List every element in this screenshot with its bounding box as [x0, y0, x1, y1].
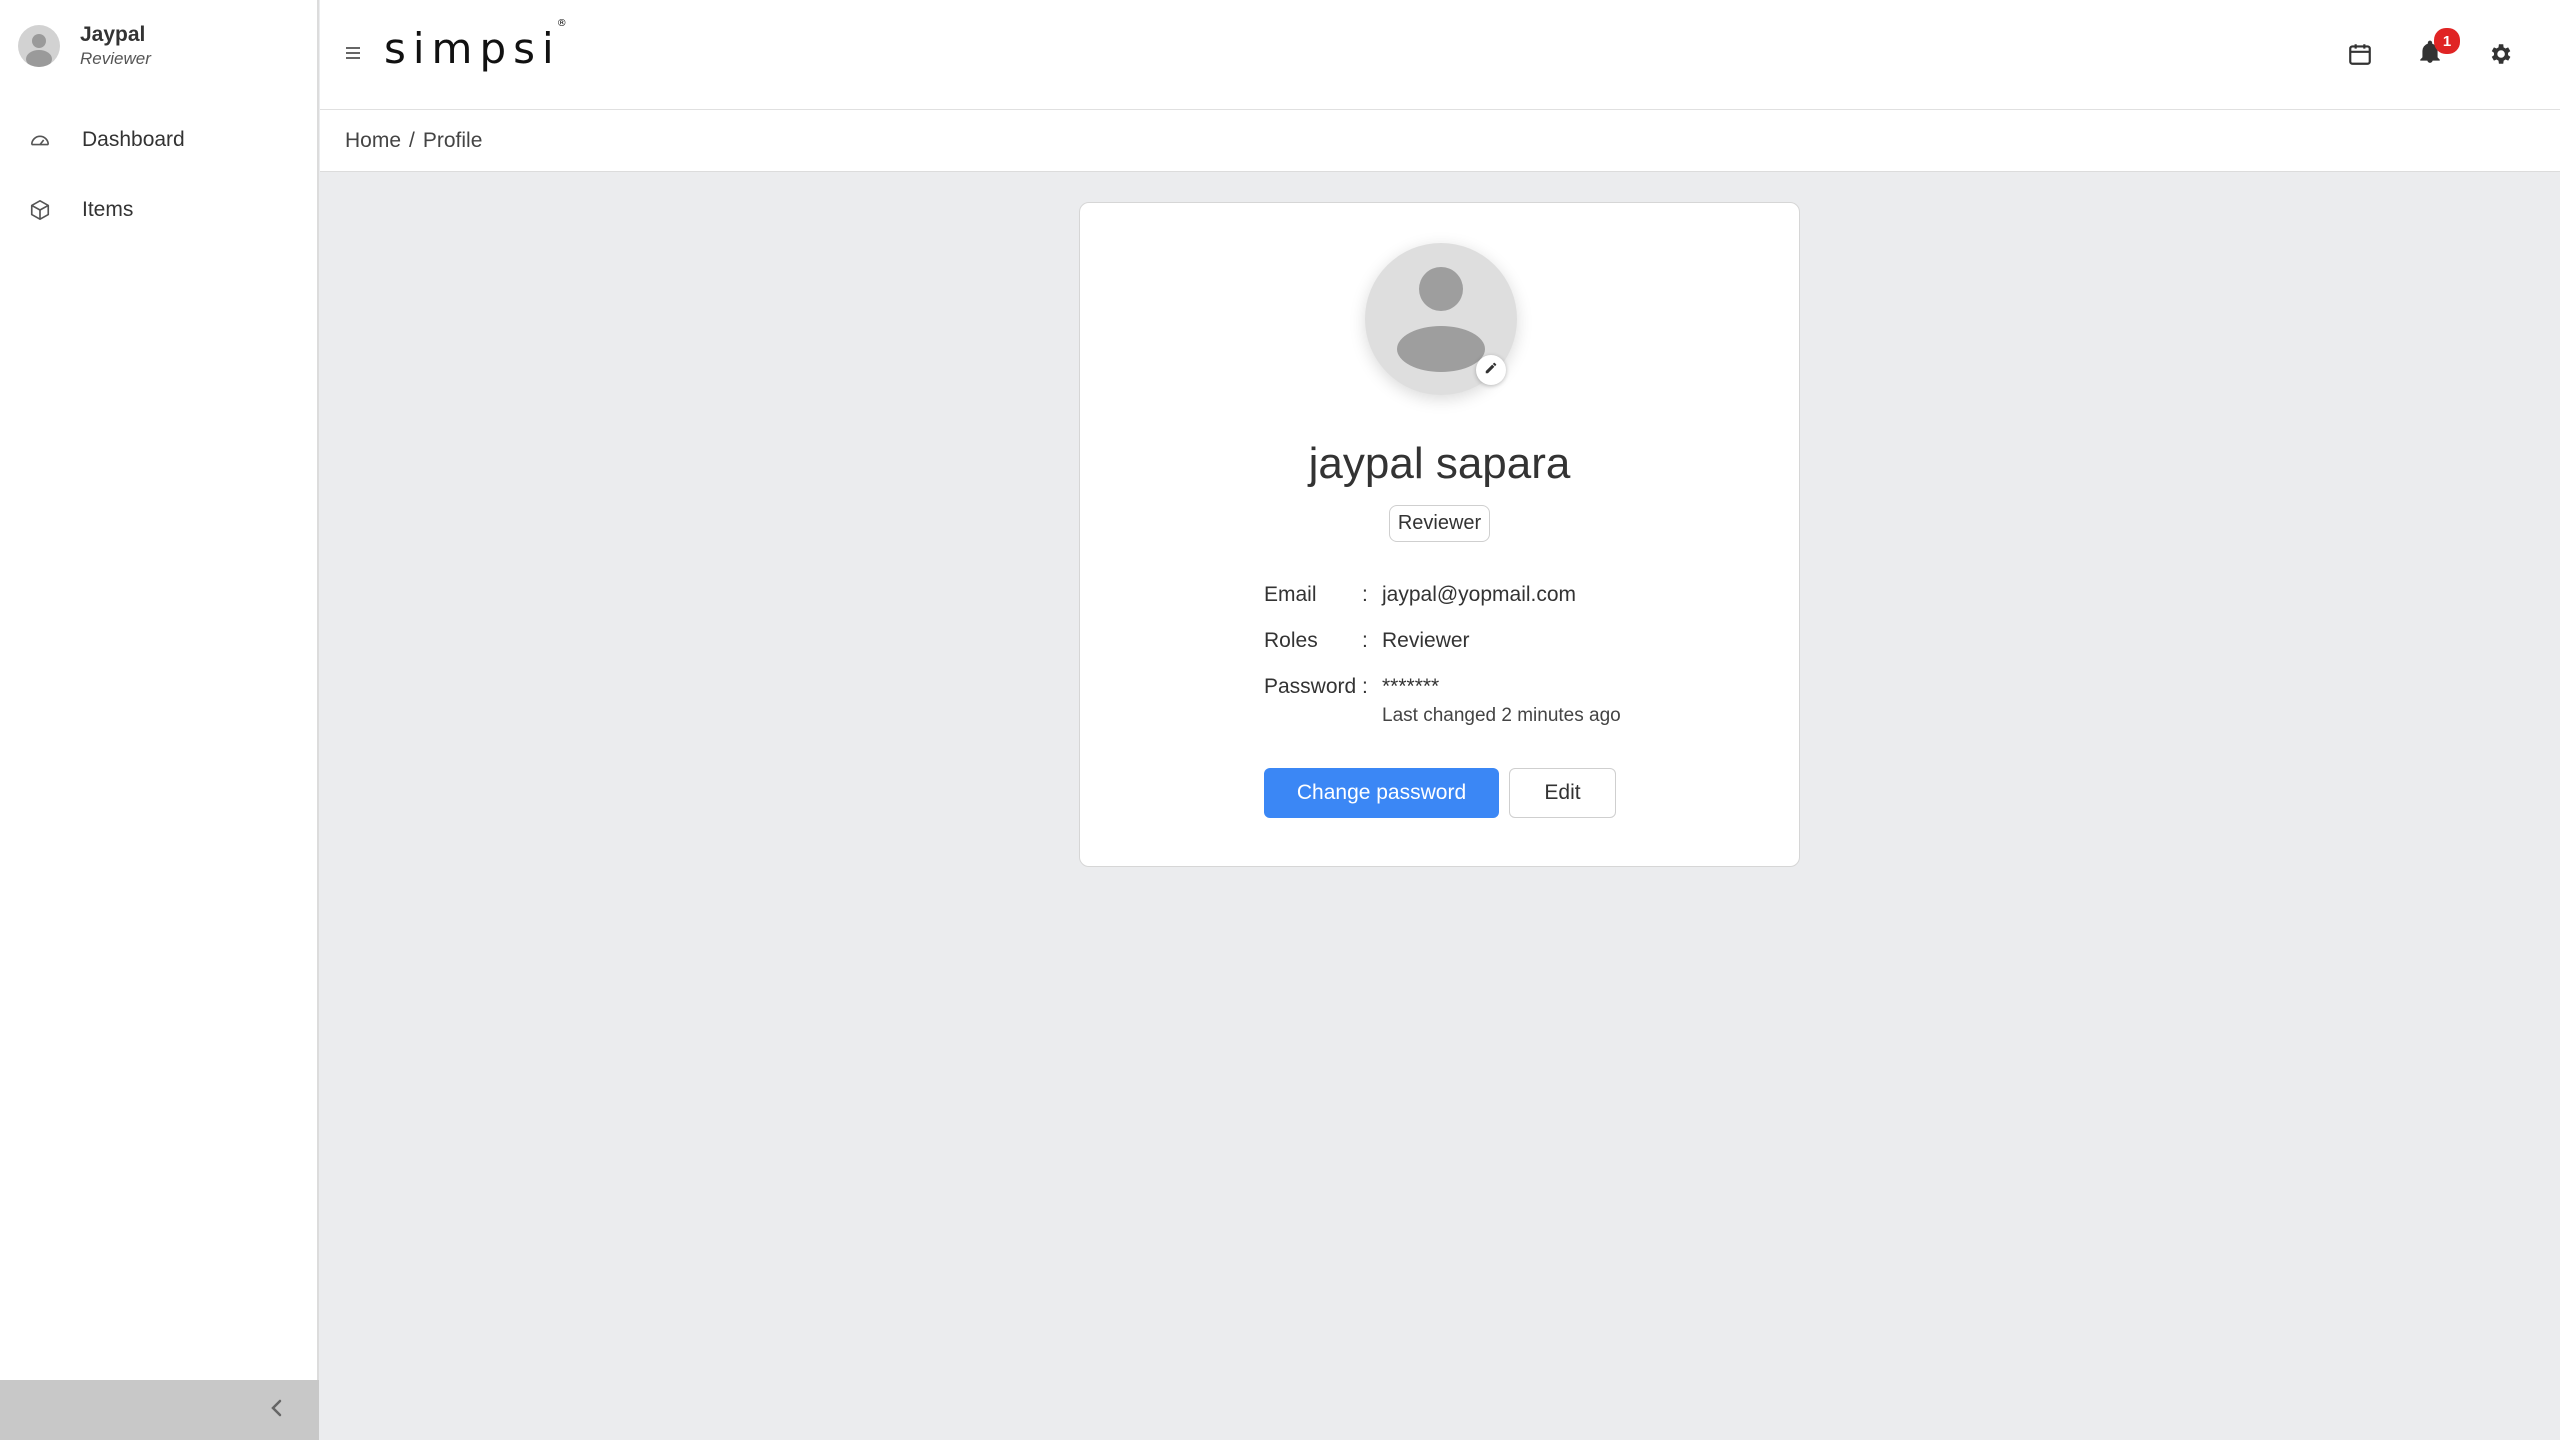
sidebar: Jaypal Reviewer Dashboard Items	[0, 0, 319, 1440]
roles-value: Reviewer	[1382, 629, 1470, 652]
password-last-changed: Last changed 2 minutes ago	[1382, 705, 1621, 726]
sidebar-user[interactable]: Jaypal Reviewer	[18, 22, 151, 70]
user-name: Jaypal	[80, 23, 146, 46]
brand-logo[interactable]: simpsi®	[384, 18, 571, 73]
profile-full-name: jaypal sapara	[1308, 439, 1571, 488]
change-password-button[interactable]: Change password	[1264, 768, 1499, 818]
sidebar-item-label: Items	[82, 198, 134, 221]
role-badge: Reviewer	[1388, 505, 1491, 542]
detail-row-roles: Roles : Reviewer	[1264, 629, 1621, 675]
chevron-left-icon[interactable]	[269, 1398, 285, 1423]
notification-count-badge: 1	[2434, 28, 2460, 54]
sidebar-item-dashboard[interactable]: Dashboard	[0, 105, 319, 175]
sidebar-collapse-bar[interactable]	[0, 1380, 319, 1440]
pencil-icon	[1484, 361, 1498, 380]
password-value: *******	[1382, 675, 1440, 698]
edit-profile-button[interactable]: Edit	[1509, 768, 1616, 818]
sidebar-nav: Dashboard Items	[0, 105, 319, 245]
breadcrumb-current: Profile	[422, 128, 483, 152]
edit-avatar-button[interactable]	[1476, 355, 1506, 385]
roles-label: Roles	[1264, 629, 1318, 652]
dashboard-gauge-icon	[28, 128, 52, 152]
breadcrumb: Home / Profile	[320, 110, 2560, 172]
hamburger-menu-icon[interactable]	[346, 46, 360, 65]
sidebar-item-items[interactable]: Items	[0, 175, 319, 245]
profile-actions: Change password Edit	[1264, 768, 1616, 818]
notifications-button[interactable]: 1	[2414, 28, 2460, 70]
detail-row-password: Password : ******* Last changed 2 minute…	[1264, 675, 1621, 727]
breadcrumb-home[interactable]: Home	[345, 129, 401, 153]
profile-card: jaypal sapara Reviewer Email : jaypal@yo…	[1079, 202, 1800, 867]
top-header: simpsi® 1	[320, 0, 2560, 110]
email-value: jaypal@yopmail.com	[1382, 583, 1577, 606]
user-role: Reviewer	[80, 49, 151, 68]
password-label: Password	[1264, 675, 1357, 698]
password-colon: :	[1362, 675, 1368, 698]
email-label: Email	[1264, 583, 1317, 606]
sidebar-item-label: Dashboard	[82, 128, 185, 151]
gear-icon[interactable]	[2484, 38, 2516, 70]
email-colon: :	[1362, 583, 1368, 606]
breadcrumb-separator: /	[409, 128, 415, 152]
calendar-icon[interactable]	[2344, 38, 2376, 70]
user-avatar-icon	[18, 25, 60, 67]
detail-row-email: Email : jaypal@yopmail.com	[1264, 583, 1621, 629]
roles-colon: :	[1362, 629, 1368, 652]
app-root: Jaypal Reviewer Dashboard Items simpsi® …	[0, 0, 2560, 1440]
profile-details: Email : jaypal@yopmail.com Roles : Revie…	[1264, 583, 1621, 727]
cube-icon	[28, 198, 52, 222]
